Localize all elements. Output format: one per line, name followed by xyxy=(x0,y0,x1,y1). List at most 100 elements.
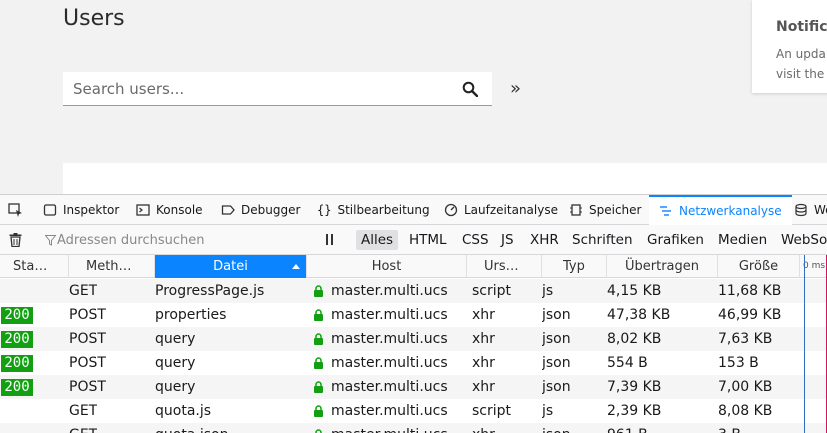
cell-cause: script xyxy=(472,403,512,419)
cell-transferred: 47,38 KB xyxy=(607,307,671,323)
cell-type: js xyxy=(542,283,554,299)
filter-type-images[interactable]: Grafiken xyxy=(642,230,709,250)
cell-host: master.multi.ucs xyxy=(331,355,448,371)
expand-button[interactable]: » xyxy=(510,78,521,99)
tab-label: Debugger xyxy=(241,202,301,217)
inspector-icon xyxy=(43,203,57,216)
trash-icon[interactable] xyxy=(9,233,22,247)
lock-icon xyxy=(314,381,323,393)
tab-web-storage[interactable]: We xyxy=(794,195,827,224)
cell-transferred: 554 B xyxy=(607,355,648,371)
search-icon[interactable] xyxy=(462,81,478,97)
cell-file: query xyxy=(155,331,196,347)
cell-host: master.multi.ucs xyxy=(331,379,448,395)
status-badge: 200 xyxy=(1,379,33,396)
column-size[interactable]: Größe xyxy=(718,255,800,278)
table-row[interactable]: 200 POST query master.multi.ucs xhr json 554 B… xyxy=(0,351,827,375)
devtools-panel: Inspektor Konsole Debugger {} Stilbearbe… xyxy=(0,194,827,433)
cell-file: ProgressPage.js xyxy=(155,283,265,299)
content-panel xyxy=(63,163,827,194)
tab-laufzeitanalyse[interactable]: Laufzeitanalyse xyxy=(444,195,558,224)
tab-label: Inspektor xyxy=(63,202,120,217)
column-file[interactable]: Datei xyxy=(155,255,307,278)
cell-method: POST xyxy=(69,307,106,323)
filter-type-media[interactable]: Medien xyxy=(713,230,772,250)
filter-type-js[interactable]: JS xyxy=(496,230,519,250)
cell-transferred: 961 B xyxy=(607,423,648,433)
filter-type-websocket[interactable]: WebSo xyxy=(776,230,827,250)
column-host[interactable]: Host xyxy=(307,255,467,278)
url-filter-input[interactable] xyxy=(37,229,312,251)
column-cause[interactable]: Urs… xyxy=(467,255,542,278)
column-status[interactable]: Sta… xyxy=(0,255,69,278)
tab-debugger[interactable]: Debugger xyxy=(221,195,300,224)
cell-transferred: 8,02 KB xyxy=(607,331,662,347)
status-badge: 200 xyxy=(1,355,33,372)
column-file-label: Datei xyxy=(213,259,248,274)
devtools-tabbar: Inspektor Konsole Debugger {} Stilbearbe… xyxy=(0,195,827,225)
tab-stilbearbeitung[interactable]: {} Stilbearbeitung xyxy=(317,195,430,224)
cell-size: 7,63 KB xyxy=(718,331,773,347)
tab-speicher[interactable]: Speicher xyxy=(569,195,641,224)
performance-icon xyxy=(444,203,458,216)
debugger-icon xyxy=(221,204,235,215)
pause-icon[interactable] xyxy=(325,234,335,245)
cell-file: properties xyxy=(155,307,227,323)
cell-file: quota.js xyxy=(155,403,212,419)
table-row[interactable]: 200 POST query master.multi.ucs xhr json 7,39 … xyxy=(0,375,827,399)
cell-type: json xyxy=(542,379,571,395)
tab-inspektor[interactable]: Inspektor xyxy=(43,195,119,224)
cell-size: 153 B xyxy=(718,355,759,371)
cell-file: query xyxy=(155,379,196,395)
dom-content-loaded-marker xyxy=(804,255,805,433)
app-area: Users » Notificati An upda visit the xyxy=(0,0,827,194)
filter-type-html[interactable]: HTML xyxy=(404,230,452,250)
column-type[interactable]: Typ xyxy=(542,255,607,278)
cell-type: json xyxy=(542,423,571,433)
cell-method: GET xyxy=(69,403,98,419)
table-row[interactable]: 200 POST query master.multi.ucs xhr json 8,02 … xyxy=(0,327,827,351)
cell-size: 7,00 KB xyxy=(718,379,773,395)
table-row[interactable]: GET quota.js master.multi.ucs script js 2,39 … xyxy=(0,399,827,423)
cell-host: master.multi.ucs xyxy=(331,331,448,347)
page-title: Users xyxy=(63,6,125,31)
cell-method: GET xyxy=(69,423,97,433)
notification-card: Notificati An upda visit the xyxy=(752,0,827,93)
column-method[interactable]: Meth… xyxy=(69,255,155,278)
notification-text-line: visit the xyxy=(776,67,825,81)
table-row[interactable]: GET ProgressPage.js master.multi.ucs script… xyxy=(0,279,827,303)
column-transferred[interactable]: Übertragen xyxy=(607,255,718,278)
lock-icon xyxy=(314,405,323,417)
cell-method: POST xyxy=(69,379,106,395)
table-row[interactable]: GET quota.json master.multi.ucs xhr json 961 … xyxy=(0,423,827,433)
filter-type-css[interactable]: CSS xyxy=(457,230,494,250)
cell-cause: xhr xyxy=(472,355,495,371)
tab-netzwerkanalyse[interactable]: Netzwerkanalyse xyxy=(649,195,792,225)
console-icon xyxy=(136,203,150,216)
status-badge: 200 xyxy=(1,307,33,324)
tab-konsole[interactable]: Konsole xyxy=(136,195,203,224)
sort-ascending-icon xyxy=(292,264,300,269)
filter-type-xhr[interactable]: XHR xyxy=(525,230,564,250)
filter-type-fonts[interactable]: Schriften xyxy=(567,230,638,250)
lock-icon xyxy=(314,285,323,297)
cell-size: 3 B xyxy=(718,423,741,433)
network-icon xyxy=(660,206,671,216)
tab-label: Netzwerkanalyse xyxy=(679,204,782,218)
search-box[interactable] xyxy=(63,72,492,106)
cell-size: 46,99 KB xyxy=(718,307,782,323)
status-badge: 200 xyxy=(1,331,33,348)
table-row[interactable]: 200 POST properties master.multi.ucs xhr json… xyxy=(0,303,827,327)
search-input[interactable] xyxy=(63,72,453,105)
cell-file: query xyxy=(155,355,196,371)
cell-file: quota.json xyxy=(155,423,228,433)
lock-icon xyxy=(314,309,323,321)
lock-icon xyxy=(315,429,322,433)
tab-label: Stilbearbeitung xyxy=(337,202,430,217)
element-picker-icon[interactable] xyxy=(8,203,23,218)
cell-cause: xhr xyxy=(472,331,495,347)
filter-type-all[interactable]: Alles xyxy=(356,230,399,250)
cell-method: POST xyxy=(69,355,106,371)
cell-cause: script xyxy=(472,283,512,299)
cell-cause: xhr xyxy=(472,307,495,323)
